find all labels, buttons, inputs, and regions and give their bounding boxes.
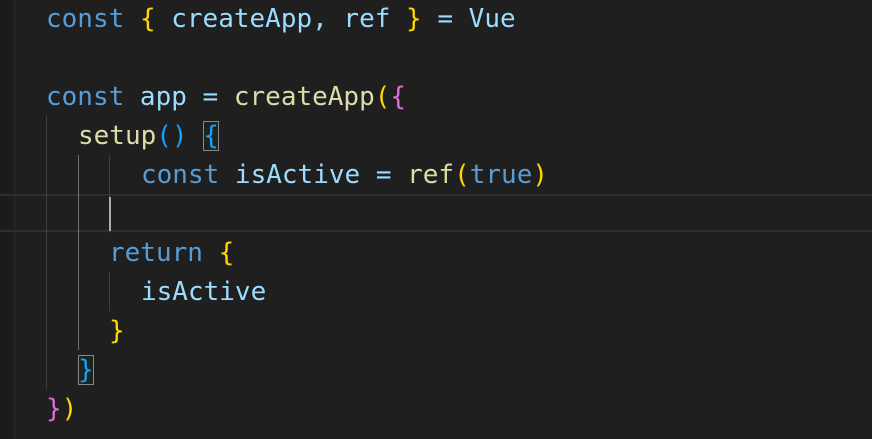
token-variable: app = <box>124 82 234 112</box>
indent-guide-level-2 <box>78 155 79 350</box>
token-paren: ) <box>61 394 78 424</box>
text-cursor <box>109 197 111 231</box>
token-function: ref <box>407 160 455 190</box>
token-assignment: = Vue <box>421 4 516 34</box>
token-bracket: { <box>390 82 407 112</box>
token-bracket: } <box>406 4 422 34</box>
token-bracket: { <box>139 4 156 34</box>
current-line-highlight-bottom <box>0 230 872 232</box>
token-function: createApp <box>233 82 375 112</box>
code-editor[interactable]: const { createApp, ref } = Vue const app… <box>0 0 872 439</box>
token-paren: ( <box>374 82 391 112</box>
token-keyword: const <box>46 4 125 34</box>
code-line-7[interactable]: return { <box>109 234 234 273</box>
token-bracket: } <box>109 316 125 346</box>
editor-gutter-edge <box>0 0 15 439</box>
token-paren: ) <box>532 160 549 190</box>
token-bracket-matched: } <box>78 355 94 385</box>
indent-guide-level-1 <box>46 116 47 389</box>
token-variable: isActive = <box>219 160 408 190</box>
token-paren: () <box>156 121 188 151</box>
token-paren: ( <box>454 160 470 190</box>
token-bracket-matched: { <box>203 121 219 151</box>
code-line-8[interactable]: isActive <box>141 273 266 312</box>
code-line-1[interactable]: const { createApp, ref } = Vue <box>46 0 516 39</box>
token-identifiers: createApp, ref <box>155 4 407 34</box>
token-keyword: return <box>109 238 203 268</box>
token-keyword: const <box>46 82 125 112</box>
token-variable: isActive <box>141 277 267 307</box>
code-line-11[interactable]: }) <box>46 390 77 429</box>
code-line-9[interactable]: } <box>109 312 125 351</box>
token-bracket: } <box>46 394 62 424</box>
token-keyword: const <box>141 160 220 190</box>
token-bracket: { <box>218 238 235 268</box>
indent-guide-return <box>109 272 110 311</box>
token-boolean: true <box>469 160 533 190</box>
code-line-4[interactable]: setup() { <box>78 117 219 156</box>
code-line-3[interactable]: const app = createApp({ <box>46 78 406 117</box>
code-line-10[interactable]: } <box>78 351 94 390</box>
code-line-5[interactable]: const isActive = ref(true) <box>141 156 548 195</box>
token-function: setup <box>78 121 157 151</box>
